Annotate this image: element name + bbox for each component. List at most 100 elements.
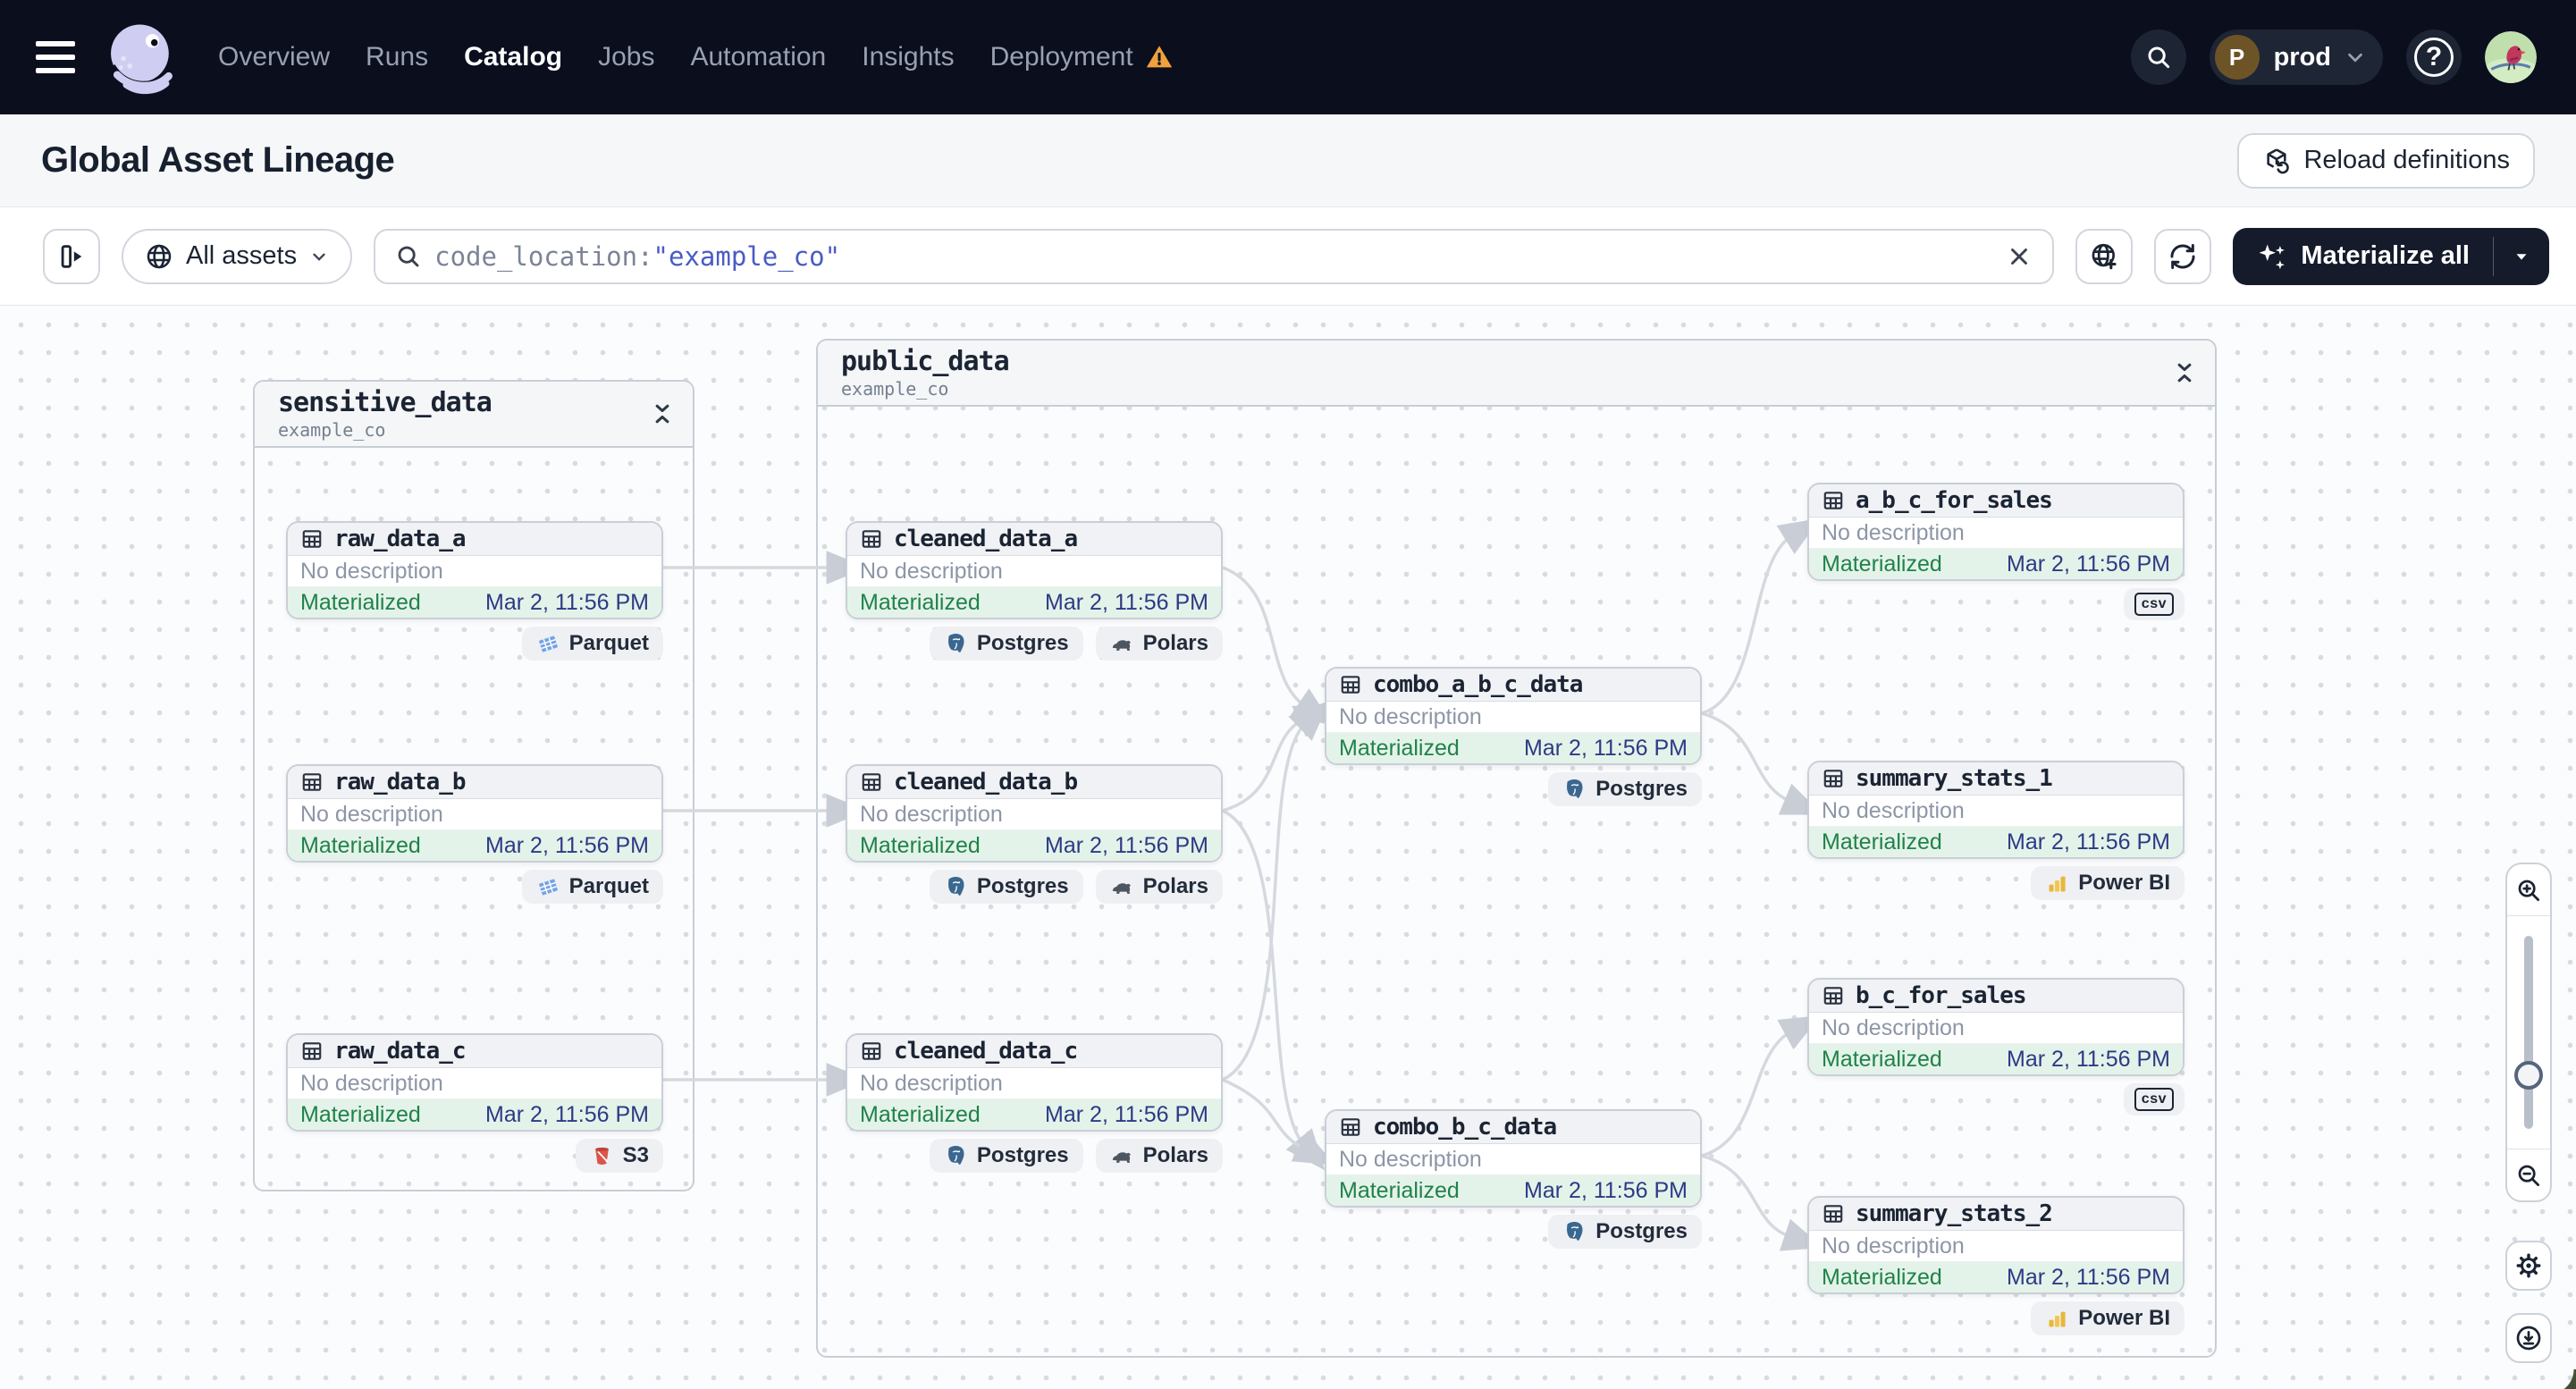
clear-search-icon[interactable] [2006,243,2033,270]
open-sidebar-button[interactable] [43,228,100,284]
tag-polars[interactable]: Polars [1095,627,1223,661]
csv-icon: csv [2134,1088,2174,1111]
tag-power-bi[interactable]: Power BI [2031,1301,2185,1335]
tag-postgres[interactable]: Postgres [929,627,1083,661]
asset-node-cleaned-data-b[interactable]: cleaned_data_b No description Materializ… [846,764,1223,863]
asset-status-row[interactable]: Materialized Mar 2, 11:56 PM [1326,732,1700,763]
group-header[interactable]: public_data example_co [818,341,2215,407]
asset-node-cleaned-data-a[interactable]: cleaned_data_a No description Materializ… [846,521,1223,619]
materialization-time: Mar 2, 11:56 PM [485,589,649,615]
asset-scope-dropdown[interactable]: All assets [122,228,353,284]
asset-node-a-b-c-for-sales[interactable]: a_b_c_for_sales No description Materiali… [1807,483,2185,581]
materialize-all-label: Materialize all [2301,241,2470,270]
user-avatar[interactable] [2485,31,2537,83]
nav-item-runs[interactable]: Runs [366,42,428,72]
asset-status-row[interactable]: Materialized Mar 2, 11:56 PM [847,829,1221,861]
tag-power-bi[interactable]: Power BI [2031,866,2185,900]
zoom-in-button[interactable] [2507,864,2550,916]
window-corner [2549,1369,2576,1389]
tag-polars[interactable]: Polars [1095,870,1223,904]
postgres-icon [1567,1221,1583,1241]
status-badge: Materialized [1822,829,1942,854]
group-header[interactable]: sensitive_data example_co [255,382,693,448]
nav-item-insights[interactable]: Insights [862,42,954,72]
polars-icon [1112,882,1131,894]
gear-icon [2516,1253,2541,1278]
deployment-switcher[interactable]: P prod [2209,29,2383,85]
nav-item-deployment[interactable]: Deployment [990,42,1174,72]
help-button[interactable]: ? [2406,29,2462,85]
asset-search-input[interactable]: code_location: "example_co" [374,228,2055,284]
global-search-button[interactable] [2130,29,2186,85]
zoom-slider[interactable] [2507,916,2550,1149]
asset-node-cleaned-data-c[interactable]: cleaned_data_c No description Materializ… [846,1033,1223,1132]
zoom-out-button[interactable] [2507,1149,2550,1200]
filter-scope-button[interactable] [2075,228,2134,284]
asset-status-row[interactable]: Materialized Mar 2, 11:56 PM [847,586,1221,618]
nav-item-overview[interactable]: Overview [218,42,330,72]
asset-description: No description [300,558,443,584]
collapse-group-icon[interactable] [2172,360,2197,385]
globe-plus-icon [2092,243,2117,269]
tag-csv[interactable]: csv [2123,1083,2185,1115]
asset-node-raw-data-b[interactable]: raw_data_b No description Materialized Ma… [286,764,663,863]
refresh-button[interactable] [2154,228,2212,284]
asset-node-b-c-for-sales[interactable]: b_c_for_sales No description Materialize… [1807,978,2185,1076]
tag-csv[interactable]: csv [2123,588,2185,620]
asset-node-combo-a-b-c-data[interactable]: combo_a_b_c_data No description Material… [1325,667,1702,765]
tag-postgres[interactable]: Postgres [1548,772,1702,806]
zoom-in-icon [2518,880,2539,901]
download-icon [2516,1326,2541,1351]
table-icon [1341,676,1360,694]
tag-postgres[interactable]: Postgres [1548,1215,1702,1249]
nav-item-catalog[interactable]: Catalog [464,42,562,72]
page-title: Global Asset Lineage [41,140,395,180]
asset-node-summary-stats-2[interactable]: summary_stats_2 No description Materiali… [1807,1196,2185,1294]
asset-status-row[interactable]: Materialized Mar 2, 11:56 PM [1809,1043,2183,1074]
asset-node-raw-data-c[interactable]: raw_data_c No description Materialized Ma… [286,1033,663,1132]
tag-parquet[interactable]: Parquet [521,870,663,904]
status-badge: Materialized [1822,1264,1942,1290]
asset-node-combo-b-c-data[interactable]: combo_b_c_data No description Materializ… [1325,1109,1702,1208]
tag-s3[interactable]: S3 [575,1139,663,1173]
materialize-all-button[interactable]: Materialize all [2233,227,2549,285]
asset-status-row[interactable]: Materialized Mar 2, 11:56 PM [1809,548,2183,579]
asset-status-row[interactable]: Materialized Mar 2, 11:56 PM [1326,1174,1700,1206]
lineage-canvas[interactable]: sensitive_data example_co public_data ex… [0,306,2576,1389]
globe-icon [147,244,172,268]
nav-item-automation[interactable]: Automation [690,42,826,72]
tag-parquet[interactable]: Parquet [521,627,663,661]
asset-status-row[interactable]: Materialized Mar 2, 11:56 PM [288,829,661,861]
download-graph-button[interactable] [2505,1313,2552,1363]
status-badge: Materialized [860,1101,981,1127]
collapse-group-icon[interactable] [650,401,675,426]
materialization-time: Mar 2, 11:56 PM [2007,829,2170,854]
asset-description: No description [860,801,1003,827]
tag-polars[interactable]: Polars [1095,1139,1223,1173]
search-icon [398,246,419,266]
reload-definitions-button[interactable]: Reload definitions [2237,132,2535,189]
search-query: code_location: "example_co" [434,241,840,272]
hamburger-menu-icon[interactable] [32,36,79,79]
asset-node-raw-data-a[interactable]: raw_data_a No description Materialized Ma… [286,521,663,619]
zoom-slider-thumb[interactable] [2514,1061,2543,1090]
asset-status-row[interactable]: Materialized Mar 2, 11:56 PM [1809,1261,2183,1292]
tag-postgres[interactable]: Postgres [929,1139,1083,1173]
materialization-time: Mar 2, 11:56 PM [485,1101,649,1127]
nav-item-jobs[interactable]: Jobs [598,42,654,72]
dagster-logo-icon [109,24,173,95]
asset-status-row[interactable]: Materialized Mar 2, 11:56 PM [847,1099,1221,1130]
materialize-options-button[interactable] [2494,228,2549,285]
asset-status-row[interactable]: Materialized Mar 2, 11:56 PM [1809,826,2183,857]
table-icon [1823,1205,1843,1223]
asset-status-row[interactable]: Materialized Mar 2, 11:56 PM [288,586,661,618]
reload-definitions-label: Reload definitions [2303,146,2510,174]
zoom-slider-track[interactable] [2524,936,2533,1129]
materialize-all-main[interactable]: Materialize all [2233,228,2493,285]
asset-node-summary-stats-1[interactable]: summary_stats_1 No description Materiali… [1807,761,2185,859]
tag-postgres[interactable]: Postgres [929,870,1083,904]
group-subtitle: example_co [841,378,949,400]
graph-settings-button[interactable] [2505,1241,2552,1291]
asset-status-row[interactable]: Materialized Mar 2, 11:56 PM [288,1099,661,1130]
table-icon [1823,492,1843,509]
